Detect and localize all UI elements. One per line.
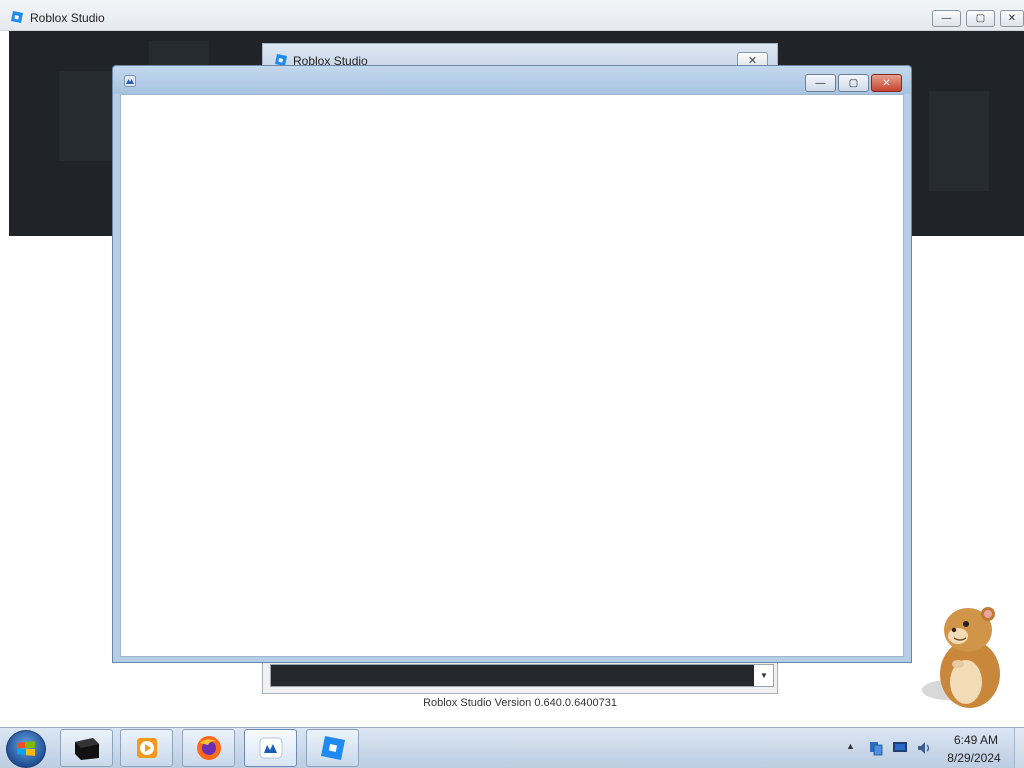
blank-window: — ▢ ✕: [112, 65, 912, 663]
display-icon[interactable]: [892, 741, 908, 755]
taskbar-item-roblox-studio[interactable]: [306, 729, 359, 767]
version-label: Roblox Studio Version 0.640.0.6400731: [423, 697, 617, 709]
network-icon[interactable]: [868, 740, 884, 756]
blank-window-titlebar[interactable]: — ▢ ✕: [113, 66, 911, 94]
launcher-dropdown-field[interactable]: [271, 665, 754, 686]
roblox-studio-icon: [11, 11, 23, 23]
media-player-icon: [136, 738, 157, 758]
launcher-dropdown[interactable]: ▼: [270, 664, 774, 687]
hamster-mascot-image: [922, 607, 1000, 708]
show-desktop-button[interactable]: [1014, 728, 1024, 768]
terminal-icon: [74, 738, 99, 760]
system-tray: ▲ 6:49 AM 8/29/2024: [842, 728, 1024, 768]
blank-minimize-button[interactable]: —: [805, 74, 836, 92]
roblox-studio-icon: [320, 736, 345, 760]
roblox-launcher-icon: [259, 737, 282, 759]
speaker-icon[interactable]: [916, 740, 932, 756]
windows-logo-icon: [17, 741, 35, 756]
main-maximize-button[interactable]: ▢: [966, 10, 995, 27]
tray-expand-icon[interactable]: ▲: [846, 741, 855, 751]
chevron-down-icon[interactable]: ▼: [755, 665, 773, 686]
blank-close-button[interactable]: ✕: [871, 74, 902, 92]
firefox-icon: [196, 736, 221, 760]
taskbar-item-media-player[interactable]: [120, 729, 173, 767]
blank-maximize-button[interactable]: ▢: [838, 74, 869, 92]
main-window-title: Roblox Studio: [30, 11, 105, 25]
blank-window-client-area[interactable]: [120, 94, 904, 657]
clock-time[interactable]: 6:49 AM: [942, 733, 1010, 747]
clock-date[interactable]: 8/29/2024: [938, 751, 1010, 765]
taskbar-item-roblox-studio-launcher[interactable]: [244, 729, 297, 767]
taskbar-item-firefox[interactable]: [182, 729, 235, 767]
app-icon: [124, 75, 136, 87]
taskbar: ▲ 6:49 AM 8/29/2024: [0, 727, 1024, 768]
taskbar-item-terminal[interactable]: [60, 729, 113, 767]
main-close-button[interactable]: ✕: [1000, 10, 1024, 27]
main-titlebar[interactable]: Roblox Studio — ▢ ✕: [0, 0, 1024, 31]
main-minimize-button[interactable]: —: [932, 10, 961, 27]
start-button[interactable]: [6, 730, 46, 768]
